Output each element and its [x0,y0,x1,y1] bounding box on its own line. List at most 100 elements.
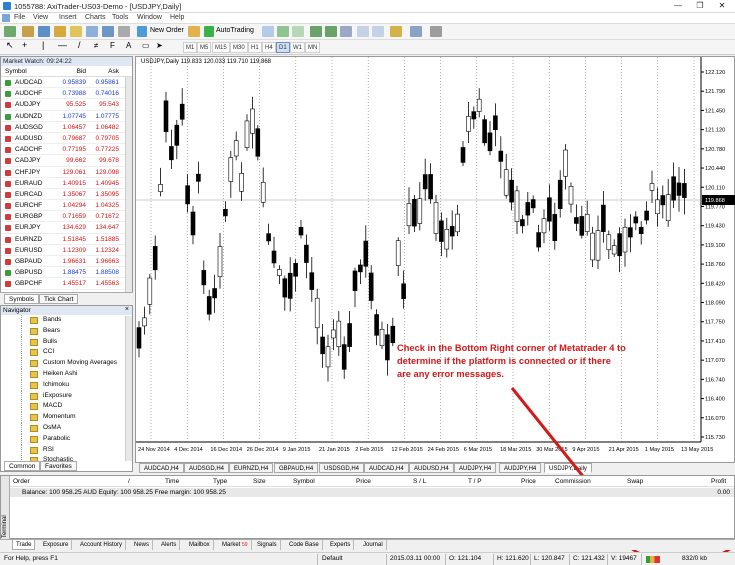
menu-help[interactable]: Help [170,14,184,21]
timeframe-button[interactable]: M30 [230,42,248,53]
tab-journal[interactable]: Journal [360,540,387,550]
crosshair-icon[interactable]: + [22,40,27,50]
new-order-icon[interactable] [137,26,147,37]
data-window-icon[interactable] [54,26,66,37]
new-order-button[interactable]: New Order [150,27,184,34]
col-commission[interactable]: Commission [555,476,591,487]
navigator-indicator-item[interactable]: Bears [1,325,132,337]
chart-tab[interactable]: USDSGD,H4 [319,463,365,473]
tab-symbols[interactable]: Symbols [4,294,39,304]
col-ask[interactable]: Ask [108,66,119,77]
tester-icon[interactable] [102,26,114,37]
tab-common[interactable]: Common [4,461,41,471]
chart-tab[interactable]: AUDCAD,H4 [139,463,184,473]
market-watch-row[interactable]: EURCHF 1.04294 1.04325 [1,200,132,212]
menu-view[interactable]: View [33,14,48,21]
navigator-indicator-item[interactable]: OsMA [1,422,132,434]
zoom-in-icon[interactable] [310,26,322,37]
navigator-indicator-item[interactable]: Heiken Ashi [1,368,132,380]
status-profile[interactable]: Default [322,553,343,565]
market-watch-row[interactable]: AUDNZD 1.07745 1.07775 [1,111,132,122]
navigator-indicator-item[interactable]: Momentum [1,412,132,424]
chart-tab[interactable]: AUDUSD,H4 [409,463,454,473]
navigator-indicator-item[interactable]: MACD [1,401,132,413]
market-watch-row[interactable]: EURUSD 1.12309 1.12324 [1,245,132,256]
tab-experts[interactable]: Experts [327,540,355,550]
market-watch-row[interactable]: CADCHF 0.77195 0.77225 [1,144,132,156]
navigator-close-icon[interactable]: × [125,306,129,313]
market-watch-row[interactable]: CHFJPY 129.061 129.098 [1,167,132,178]
candlestick-chart[interactable]: 122.120 121.790 121.450 121.120 120.780 120.4… [136,57,735,464]
timeframe-button[interactable]: H4 [262,42,276,53]
chart-tab[interactable]: EURNZD,H4 [229,463,274,473]
navigator-indicator-item[interactable]: CCI [1,347,132,359]
timeframe-button-active[interactable]: D1 [276,42,290,53]
templates-icon[interactable] [430,26,442,37]
fibonacci-icon[interactable]: F [110,41,115,50]
market-watch-row[interactable]: AUDCAD 0.95839 0.95861 [1,77,132,89]
col-size[interactable]: Size [253,476,266,487]
channel-icon[interactable]: ≠ [94,41,98,50]
timeframe-button[interactable]: M1 [183,42,198,53]
timeframe-button[interactable]: M15 [212,42,230,53]
navigator-indicator-item[interactable]: Bulls [1,336,132,348]
tab-tick-chart[interactable]: Tick Chart [39,294,79,304]
maximize-button[interactable]: ❐ [689,0,711,12]
navigator-indicator-item[interactable]: RSI [1,444,132,456]
market-watch-row[interactable]: EURJPY 134.629 134.647 [1,222,132,234]
autotrading-icon[interactable] [204,26,214,37]
market-watch-row[interactable]: GBPAUD 1.96631 1.96663 [1,256,132,268]
col-type[interactable]: Type [213,476,227,487]
market-watch-row[interactable]: AUDUSD 0.79687 0.79705 [1,133,132,145]
chart-tab[interactable]: AUDJPY,H4 [499,463,542,473]
tab-news[interactable]: News [131,540,154,550]
label-tool-icon[interactable]: ▭ [142,41,150,50]
autoscroll-icon[interactable] [357,26,369,37]
cursor-icon[interactable]: ↖ [6,40,14,51]
market-watch-row[interactable]: EURNZD 1.51845 1.51885 [1,234,132,245]
tab-mailbox[interactable]: Mailbox [186,540,214,550]
menu-file[interactable]: File [14,14,25,21]
terminal-side-bar[interactable]: Terminal [1,476,10,540]
col-bid[interactable]: Bid [77,66,86,77]
tab-code-base[interactable]: Code Base [286,540,323,550]
trendline-icon[interactable]: / [78,40,81,50]
chart-tab[interactable]: AUDJPY,H4 [454,463,497,473]
text-tool-icon[interactable]: A [126,41,131,50]
menu-tools[interactable]: Tools [112,14,128,21]
chart-tab[interactable]: GBPAUD,H4 [274,463,319,473]
tab-market[interactable]: Market 59 [219,540,252,550]
col-price[interactable]: Price [356,476,371,487]
navigator-indicator-item[interactable]: iExposure [1,390,132,402]
tab-trade[interactable]: Trade [12,540,36,550]
new-chart-icon[interactable] [4,26,16,37]
chart-tab[interactable]: USDJPY,Daily [544,463,592,473]
timeframe-button[interactable]: M5 [197,42,212,53]
timeframe-button[interactable]: H1 [248,42,262,53]
menu-window[interactable]: Window [137,14,162,21]
market-watch-row[interactable]: AUDSGD 1.06457 1.06482 [1,122,132,133]
market-watch-row[interactable]: EURAUD 1.40915 1.40945 [1,178,132,189]
col-swap[interactable]: Swap [627,476,643,487]
navigator-icon[interactable] [70,26,82,37]
tile-windows-icon[interactable] [340,26,352,37]
market-watch-row[interactable]: AUDJPY 95.525 95.543 [1,99,132,111]
autotrading-button[interactable]: AutoTrading [216,27,254,34]
col-order[interactable]: Order [13,476,30,487]
periods-icon[interactable] [410,26,422,37]
menu-charts[interactable]: Charts [85,14,106,21]
col-tp[interactable]: T / P [468,476,482,487]
col-time[interactable]: Time [165,476,179,487]
market-watch-scrollbar[interactable] [125,77,132,293]
menu-insert[interactable]: Insert [59,14,77,21]
connection-status-icon[interactable] [646,556,660,563]
market-watch-row[interactable]: EURCAD 1.35067 1.35095 [1,189,132,201]
profiles-icon[interactable] [22,26,34,37]
navigator-indicator-item[interactable]: Ichimoku [1,379,132,391]
tab-alerts[interactable]: Alerts [158,540,181,550]
minimize-button[interactable]: — [667,0,689,12]
candlestick-icon[interactable] [277,26,289,37]
status-traffic[interactable]: 832/0 kb [682,553,707,565]
timeframe-button[interactable]: W1 [290,42,305,53]
col-symbol[interactable]: Symbol [293,476,315,487]
